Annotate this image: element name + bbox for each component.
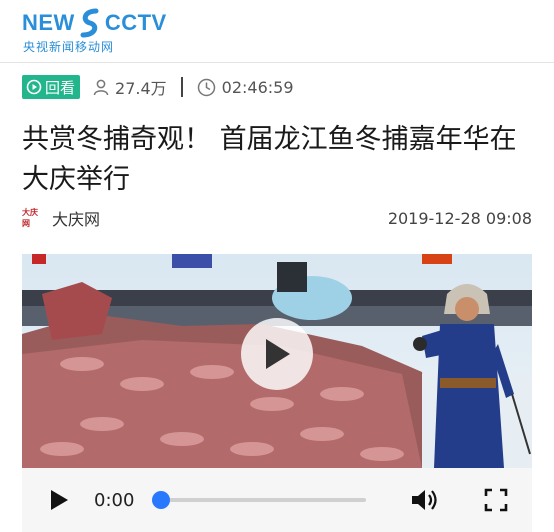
- progress-thumb[interactable]: [152, 491, 170, 509]
- center-play-button[interactable]: [241, 318, 313, 390]
- header-divider: [0, 62, 554, 63]
- video-controls: 0:00: [22, 468, 532, 532]
- progress-bar[interactable]: [152, 491, 366, 509]
- video-meta-row: 回看 27.4万 02:46:59: [22, 74, 294, 100]
- source-name[interactable]: 大庆网: [52, 206, 100, 230]
- fullscreen-button[interactable]: [484, 487, 510, 513]
- duration-value: 02:46:59: [221, 77, 294, 97]
- source-logo: 大庆网: [22, 208, 38, 228]
- current-time: 0:00: [94, 489, 135, 511]
- person-icon: [93, 79, 109, 96]
- replay-badge[interactable]: 回看: [22, 75, 81, 99]
- publish-date: 2019-12-28 09:08: [387, 208, 532, 228]
- play-icon: [51, 490, 68, 510]
- logo-text-cctv: CCTV: [104, 10, 167, 35]
- play-icon: [266, 339, 290, 369]
- replay-label: 回看: [45, 78, 76, 97]
- video-duration: 02:46:59: [197, 78, 294, 97]
- replay-icon: [26, 79, 42, 95]
- clock-icon: [197, 78, 215, 96]
- volume-icon: [412, 490, 437, 510]
- fullscreen-icon: [484, 488, 508, 512]
- volume-button[interactable]: [410, 485, 440, 515]
- logo-swirl-icon: [80, 8, 99, 38]
- logo-text-new: NEW: [22, 10, 75, 35]
- article-title: 共赏冬捕奇观！ 首届龙江鱼冬捕嘉年华在大庆举行: [22, 124, 517, 195]
- video-player[interactable]: 0:00: [22, 254, 532, 532]
- views-value: 27.4万: [115, 79, 167, 98]
- app-header: NEW CCTV 央视新闻移动网: [0, 0, 554, 62]
- meta-separator: [180, 77, 183, 97]
- control-play-button[interactable]: [48, 487, 74, 513]
- logo-subtitle: 央视新闻移动网: [23, 40, 115, 54]
- view-count: 27.4万: [92, 75, 167, 99]
- article-source-row: 大庆网 大庆网 2019-12-28 09:08: [22, 206, 532, 230]
- cctv-news-logo[interactable]: NEW CCTV: [22, 8, 167, 38]
